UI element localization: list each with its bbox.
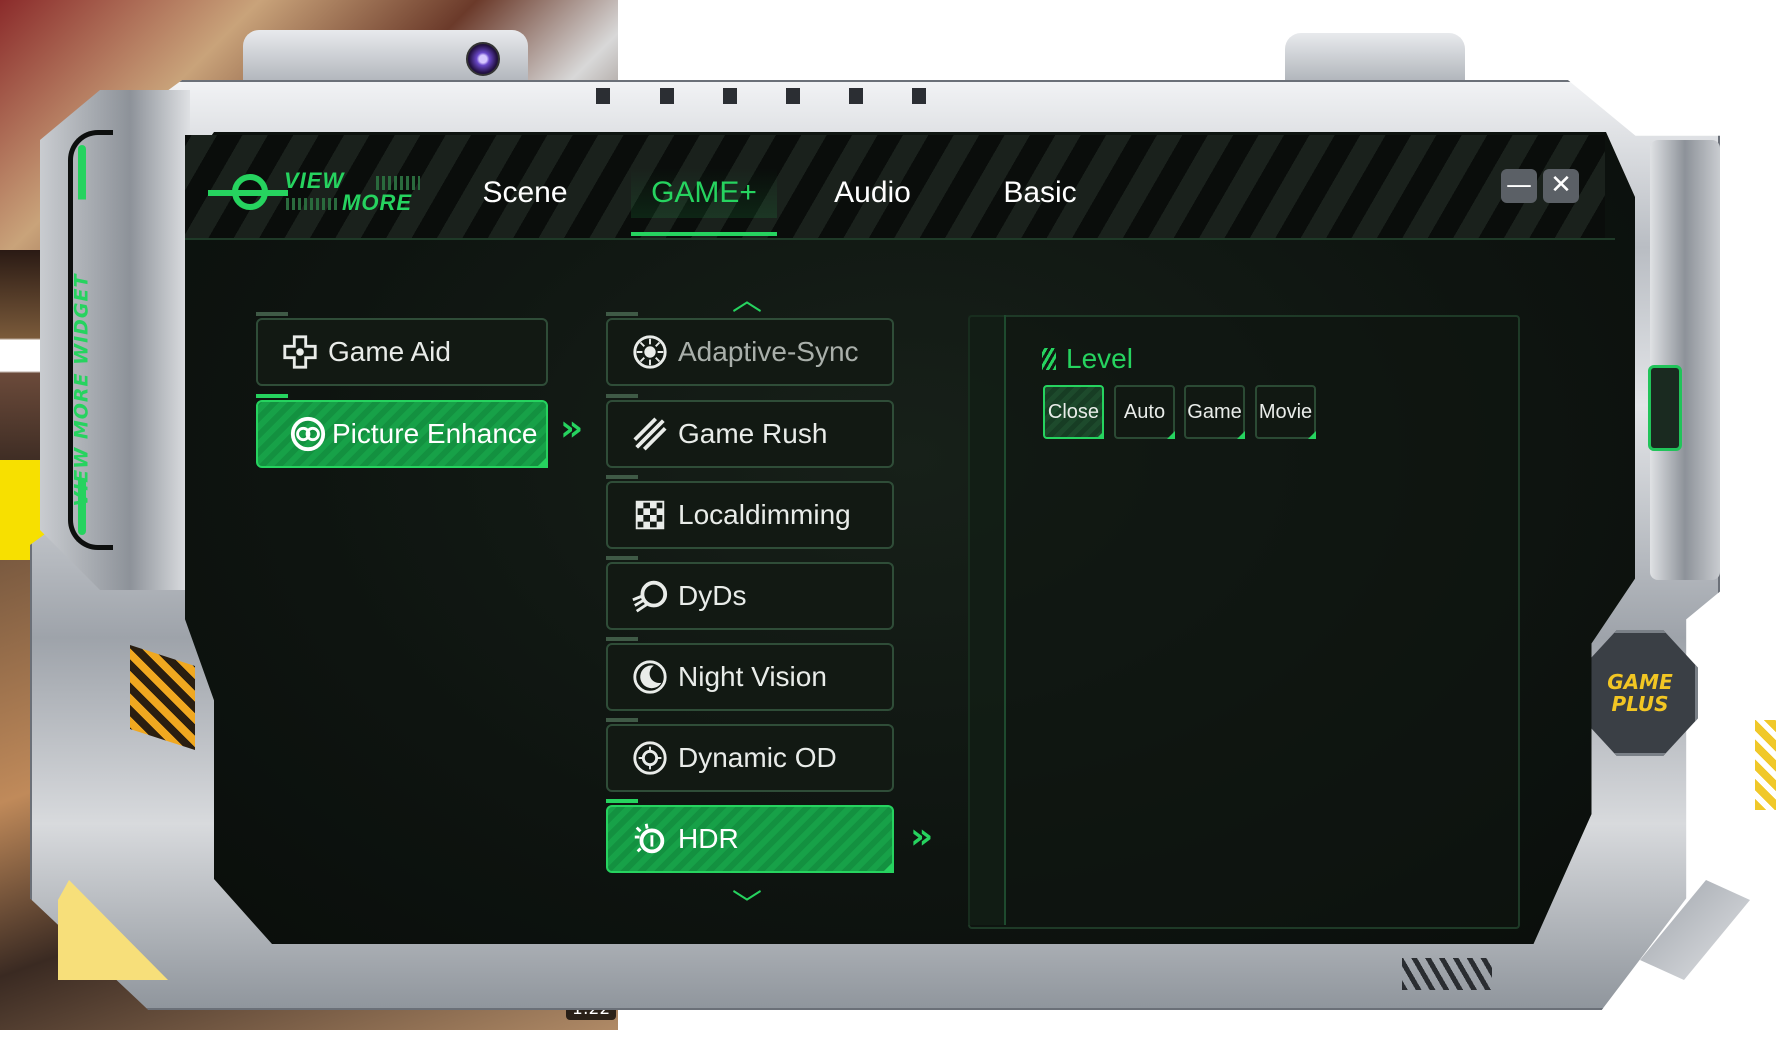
vent-stripes-decoration — [1402, 958, 1492, 990]
menu-label: Picture Enhance — [332, 418, 538, 449]
chevron-right-icon: » — [910, 816, 934, 857]
frame-notch — [660, 88, 674, 104]
frame-side-tab-right — [1650, 140, 1720, 580]
logo-text-line1: VIEW — [284, 168, 345, 193]
frame-notch — [786, 88, 800, 104]
level-bars-icon — [1042, 348, 1056, 370]
game-plus-badge: GAME PLUS — [1582, 630, 1698, 756]
badge-line2: PLUS — [1611, 692, 1669, 716]
feature-localdimming[interactable]: Localdimming — [606, 475, 894, 549]
menu-game-aid[interactable]: Game Aid — [256, 312, 548, 386]
tab-audio[interactable]: Audio — [815, 168, 930, 218]
feature-dyds[interactable]: DyDs — [606, 556, 894, 630]
feature-label: Dynamic OD — [678, 742, 837, 773]
gamepad-icon — [280, 332, 320, 372]
level-title: Level — [1042, 343, 1133, 375]
game-rush-icon — [630, 414, 670, 454]
frame-notch — [912, 88, 926, 104]
logo-ticks — [376, 176, 420, 190]
feature-label: Night Vision — [678, 661, 827, 692]
feature-label: Game Rush — [678, 418, 828, 449]
feature-adaptive-sync[interactable]: Adaptive-Sync — [606, 312, 894, 386]
level-option-game[interactable]: Game — [1184, 385, 1245, 439]
chevron-down-icon[interactable]: ﹀ — [732, 880, 762, 924]
dyds-icon — [630, 576, 670, 616]
tab-scene[interactable]: Scene — [470, 168, 580, 218]
frame-notch — [596, 88, 610, 104]
level-option-close[interactable]: Close — [1043, 385, 1104, 439]
adaptive-sync-icon — [630, 332, 670, 372]
logo-text-line2: MORE — [342, 190, 412, 215]
localdimming-icon — [630, 495, 670, 535]
level-option-movie[interactable]: Movie — [1255, 385, 1316, 439]
picture-enhance-icon — [288, 414, 328, 454]
menu-picture-enhance[interactable]: Picture Enhance — [256, 394, 548, 468]
tab-basic[interactable]: Basic — [990, 168, 1090, 218]
yellow-bars-decoration — [1755, 720, 1776, 810]
side-label: VIEW MORE WIDGET — [56, 225, 106, 555]
feature-hdr[interactable]: HDR — [606, 799, 894, 873]
logo-ticks — [286, 198, 340, 210]
badge-line1: GAME — [1607, 670, 1673, 694]
chevron-right-icon: » — [560, 408, 584, 449]
header-divider — [185, 238, 1615, 240]
close-button[interactable]: ✕ — [1543, 169, 1579, 203]
dynamic-od-icon — [630, 738, 670, 778]
frame-notch — [849, 88, 863, 104]
level-title-text: Level — [1066, 343, 1133, 374]
level-option-auto[interactable]: Auto — [1114, 385, 1175, 439]
logo-ring-icon — [208, 174, 288, 210]
frame-top-tab-right — [1285, 33, 1465, 88]
minimize-button[interactable]: — — [1501, 169, 1537, 203]
night-vision-icon — [630, 657, 670, 697]
feature-label: HDR — [678, 823, 739, 854]
tab-game-plus[interactable]: GAME+ — [631, 168, 777, 236]
settings-panel-rail — [968, 315, 1006, 925]
feature-game-rush[interactable]: Game Rush — [606, 394, 894, 468]
chevron-up-icon[interactable]: ︿ — [732, 275, 762, 319]
viewmore-logo: VIEW MORE — [200, 168, 436, 224]
level-option-label: Game — [1187, 400, 1242, 423]
level-option-label: Close — [1047, 400, 1100, 423]
feature-label: DyDs — [678, 580, 747, 611]
camera-icon — [466, 42, 500, 76]
feature-dynamic-od[interactable]: Dynamic OD — [606, 718, 894, 792]
frame-notch — [723, 88, 737, 104]
side-label-text: VIEW MORE WIDGET — [70, 273, 93, 507]
level-option-label: Movie — [1258, 400, 1313, 423]
feature-label: Localdimming — [678, 499, 851, 530]
feature-night-vision[interactable]: Night Vision — [606, 637, 894, 711]
frame-handle-right[interactable] — [1648, 365, 1682, 451]
feature-label: Adaptive-Sync — [678, 336, 859, 367]
hdr-icon — [630, 819, 670, 859]
menu-label: Game Aid — [328, 336, 451, 367]
level-option-label: Auto — [1123, 400, 1166, 423]
